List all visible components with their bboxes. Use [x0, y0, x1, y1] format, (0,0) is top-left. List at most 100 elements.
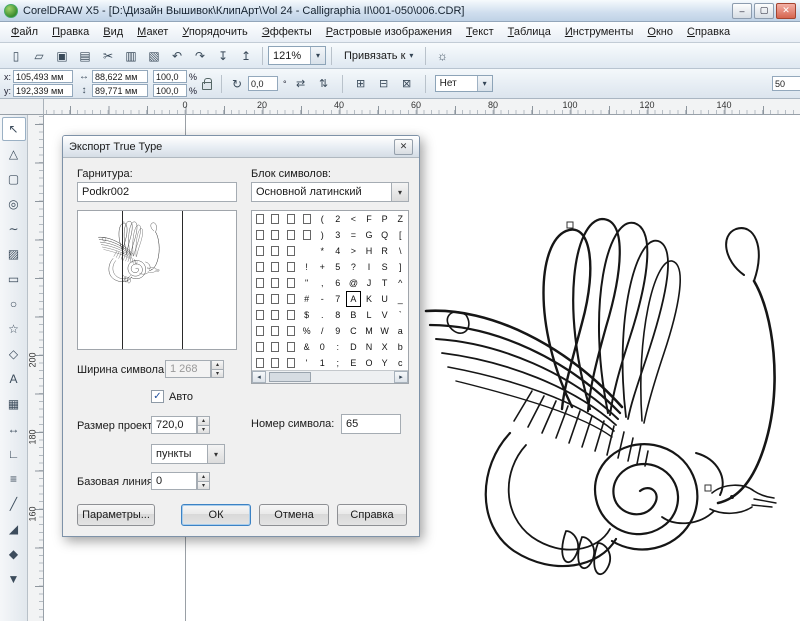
char-cell[interactable]: L: [361, 307, 377, 323]
char-cell[interactable]: E: [346, 355, 362, 370]
char-cell[interactable]: F: [361, 211, 377, 227]
spinner-down-icon[interactable]: ▾: [197, 482, 210, 491]
char-cell[interactable]: _: [392, 291, 408, 307]
char-cell[interactable]: [252, 211, 268, 227]
outline-width-combo[interactable]: Нет ▾: [435, 75, 493, 92]
char-cell[interactable]: a: [392, 323, 408, 339]
char-cell[interactable]: [283, 259, 299, 275]
char-cell[interactable]: ?: [346, 259, 362, 275]
export-icon[interactable]: ↥: [235, 45, 257, 67]
char-cell[interactable]: [283, 307, 299, 323]
vertical-ruler[interactable]: 200180160: [28, 115, 44, 621]
help-button[interactable]: Справка: [337, 504, 407, 526]
pick-tool[interactable]: ↖: [2, 117, 26, 141]
lock-ratio-icon[interactable]: [202, 82, 212, 90]
close-button[interactable]: ✕: [776, 3, 796, 19]
polygon-tool[interactable]: ☆: [2, 317, 26, 341]
rectangle-tool[interactable]: ▭: [2, 267, 26, 291]
char-cell[interactable]: [268, 227, 284, 243]
char-cell[interactable]: [268, 307, 284, 323]
chevron-down-icon[interactable]: ▾: [391, 183, 408, 201]
char-cell[interactable]: -: [314, 291, 330, 307]
menu-item-текст[interactable]: Текст: [459, 23, 501, 41]
char-cell[interactable]: [283, 211, 299, 227]
smart-fill-tool[interactable]: ▨: [2, 242, 26, 266]
char-cell[interactable]: (: [314, 211, 330, 227]
char-cell[interactable]: P: [377, 211, 393, 227]
char-cell[interactable]: Y: [377, 355, 393, 370]
mirror-horizontal-icon[interactable]: ⇄: [292, 75, 310, 93]
scrollbar-thumb[interactable]: [269, 372, 311, 382]
char-cell[interactable]: ': [299, 355, 315, 370]
drawing-canvas[interactable]: Экспорт True Type ✕ Гарнитура: Podkr002 …: [44, 115, 800, 621]
outline-pen-tool[interactable]: ◢: [2, 517, 26, 541]
snap-to-button[interactable]: Привязать к ▾: [337, 46, 420, 66]
char-cell[interactable]: :: [330, 339, 346, 355]
char-cell[interactable]: [268, 291, 284, 307]
redo-icon[interactable]: ↷: [189, 45, 211, 67]
project-size-spinner[interactable]: ▴ ▾: [197, 416, 210, 434]
char-cell[interactable]: /: [314, 323, 330, 339]
char-cell[interactable]: S: [377, 259, 393, 275]
menu-item-вид[interactable]: Вид: [96, 23, 130, 41]
auto-checkbox[interactable]: ✓ Авто: [151, 390, 193, 403]
char-cell[interactable]: B: [346, 307, 362, 323]
char-cell[interactable]: [283, 227, 299, 243]
char-cell[interactable]: H: [361, 243, 377, 259]
baseline-field[interactable]: 0: [151, 472, 197, 490]
char-cell[interactable]: ": [299, 275, 315, 291]
char-cell[interactable]: [268, 259, 284, 275]
copy-icon[interactable]: ▥: [120, 45, 142, 67]
char-cell[interactable]: 3: [330, 227, 346, 243]
clipped-edge-field[interactable]: 50: [772, 76, 800, 91]
char-cell[interactable]: I: [361, 259, 377, 275]
project-size-field[interactable]: 720,0: [151, 416, 197, 434]
open-icon[interactable]: ▱: [28, 45, 50, 67]
char-cell[interactable]: =: [346, 227, 362, 243]
char-cell[interactable]: Z: [392, 211, 408, 227]
print-icon[interactable]: ▤: [74, 45, 96, 67]
blend-tool[interactable]: ≡: [2, 467, 26, 491]
char-cell[interactable]: W: [377, 323, 393, 339]
char-cell[interactable]: 6: [330, 275, 346, 291]
scroll-right-icon[interactable]: ▸: [394, 371, 408, 383]
ellipse-tool[interactable]: ○: [2, 292, 26, 316]
menu-item-упорядочить[interactable]: Упорядочить: [175, 23, 254, 41]
symbol-number-field[interactable]: 65: [341, 414, 401, 434]
options-button[interactable]: Параметры...: [77, 504, 155, 526]
eyedropper-tool[interactable]: ╱: [2, 492, 26, 516]
typeface-input[interactable]: Podkr002: [77, 182, 237, 202]
wrap-text-icon[interactable]: ⊞: [352, 75, 370, 93]
char-cell[interactable]: A: [346, 291, 362, 307]
options-icon[interactable]: ☼: [431, 45, 453, 67]
char-cell[interactable]: b: [392, 339, 408, 355]
scrollbar-track[interactable]: [266, 371, 394, 383]
fill-tool[interactable]: ◆: [2, 542, 26, 566]
char-cell[interactable]: @: [346, 275, 362, 291]
basic-shapes-tool[interactable]: ◇: [2, 342, 26, 366]
object-width-field[interactable]: 88,622 мм: [92, 70, 148, 83]
grid-horizontal-scrollbar[interactable]: ◂ ▸: [252, 370, 408, 383]
object-height-field[interactable]: 89,771 мм: [92, 84, 148, 97]
crop-tool[interactable]: ▢: [2, 167, 26, 191]
zoom-tool[interactable]: ◎: [2, 192, 26, 216]
char-cell[interactable]: M: [361, 323, 377, 339]
menu-item-растровые изображения[interactable]: Растровые изображения: [319, 23, 459, 41]
symmetry-icon[interactable]: ⊠: [398, 75, 416, 93]
char-cell[interactable]: [252, 275, 268, 291]
cut-icon[interactable]: ✂: [97, 45, 119, 67]
char-cell[interactable]: $: [299, 307, 315, 323]
menu-item-макет[interactable]: Макет: [130, 23, 175, 41]
char-cell[interactable]: `: [392, 307, 408, 323]
char-cell[interactable]: K: [361, 291, 377, 307]
char-cell[interactable]: +: [314, 259, 330, 275]
char-cell[interactable]: [283, 243, 299, 259]
char-cell[interactable]: !: [299, 259, 315, 275]
baseline-spinner[interactable]: ▴ ▾: [197, 472, 210, 490]
char-cell[interactable]: 2: [330, 211, 346, 227]
menu-item-окно[interactable]: Окно: [640, 23, 680, 41]
char-cell[interactable]: [283, 339, 299, 355]
title-bar[interactable]: CorelDRAW X5 - [D:\Дизайн Вышивок\КлипАр…: [0, 0, 800, 22]
char-cell[interactable]: 7: [330, 291, 346, 307]
char-cell[interactable]: J: [361, 275, 377, 291]
